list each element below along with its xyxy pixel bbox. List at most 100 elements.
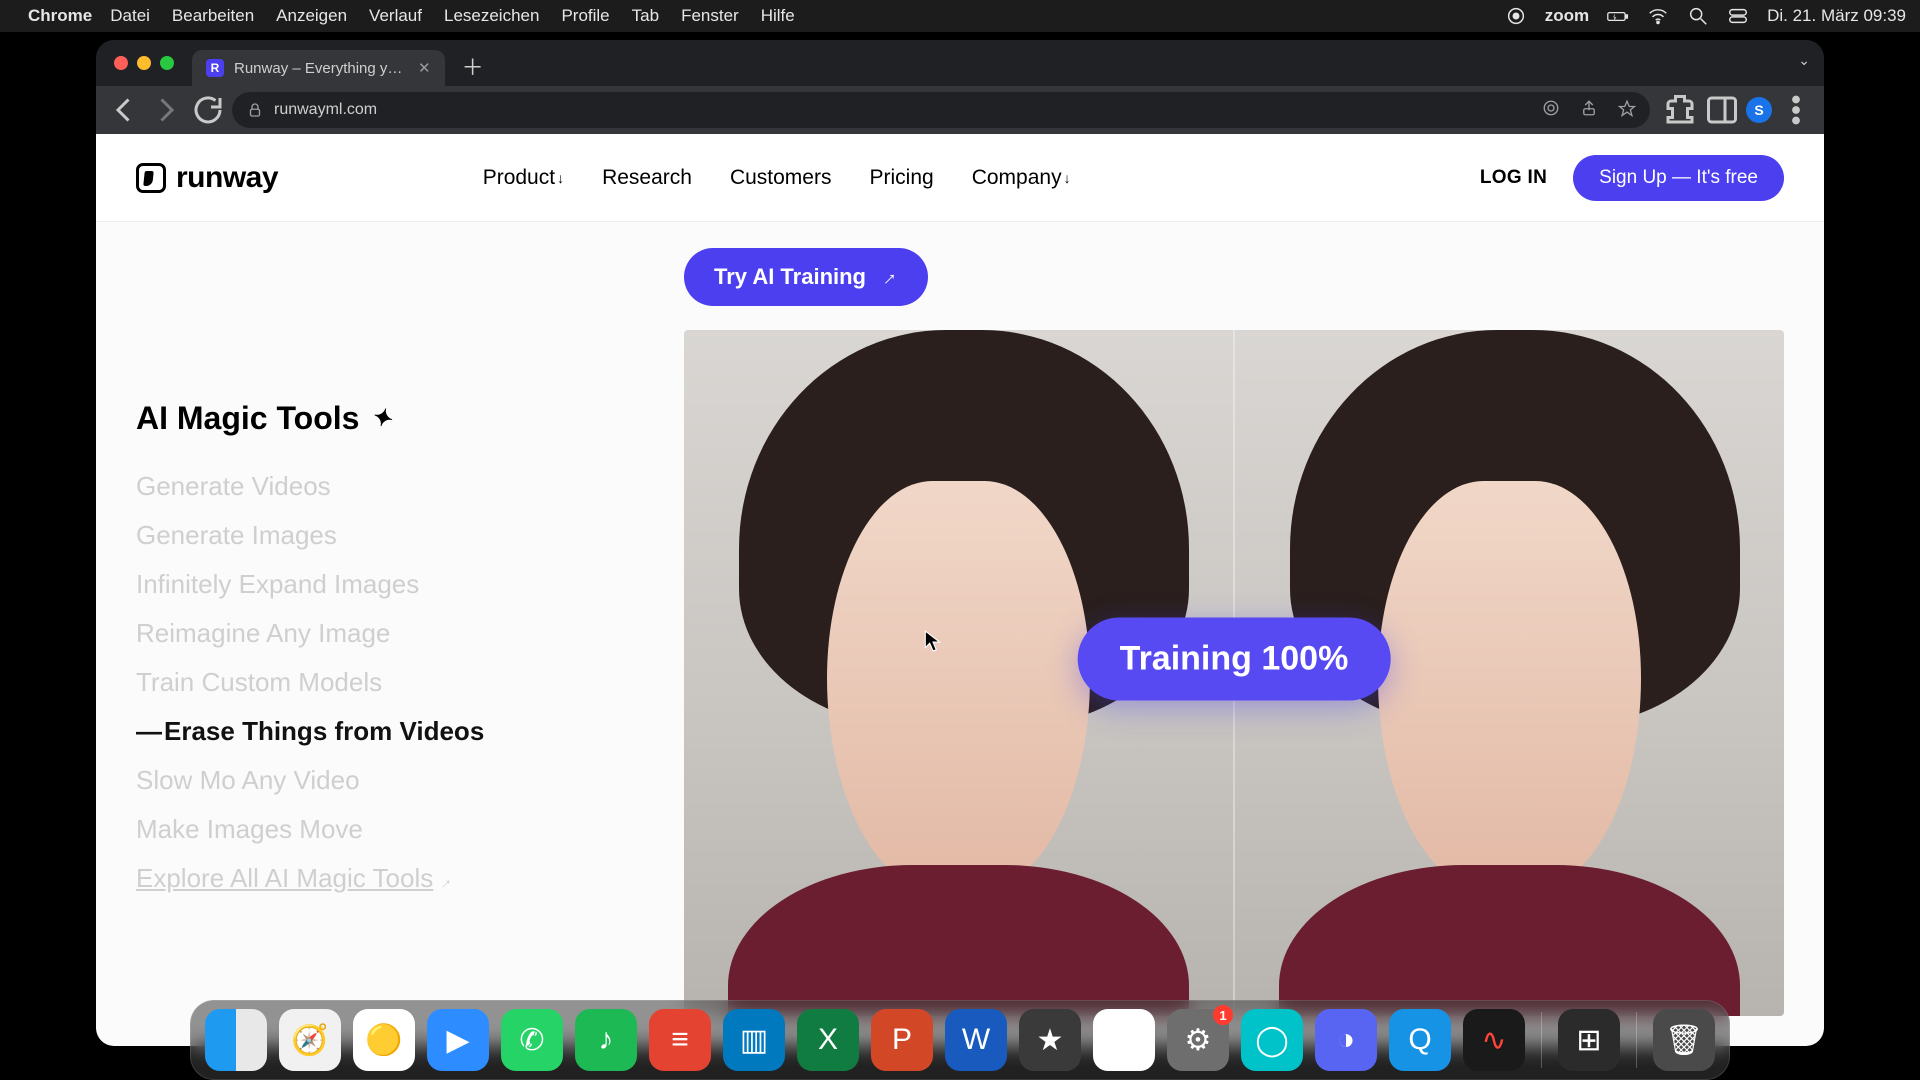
logo-mark-icon	[136, 163, 166, 193]
sidebar-item-reimagine[interactable]: Reimagine Any Image	[136, 618, 606, 649]
menubar-app-name[interactable]: Chrome	[28, 6, 92, 26]
sidebar-item-slow-mo[interactable]: Slow Mo Any Video	[136, 765, 606, 796]
settings-badge: 1	[1213, 1005, 1233, 1025]
menu-fenster[interactable]: Fenster	[681, 6, 739, 26]
wifi-icon[interactable]	[1647, 5, 1669, 27]
dock-todoist[interactable]: ≡	[649, 1009, 711, 1071]
sidebar-title-text: AI Magic Tools	[136, 400, 359, 437]
menu-hilfe[interactable]: Hilfe	[761, 6, 795, 26]
menu-profile[interactable]: Profile	[561, 6, 609, 26]
dock-finder[interactable]	[205, 1009, 267, 1071]
try-ai-training-button[interactable]: Try AI Training →	[684, 248, 928, 306]
profile-avatar[interactable]: S	[1746, 97, 1772, 123]
control-center-icon[interactable]	[1727, 5, 1749, 27]
nav-product[interactable]: Product↓	[483, 166, 564, 190]
dock-whatsapp[interactable]: ✆	[501, 1009, 563, 1071]
menu-lesezeichen[interactable]: Lesezeichen	[444, 6, 539, 26]
window-controls	[108, 40, 192, 86]
nav-product-label: Product	[483, 166, 555, 189]
site-actions: LOG IN Sign Up — It's free	[1480, 155, 1784, 201]
sidebar-item-generate-videos[interactable]: Generate Videos	[136, 471, 606, 502]
dock-calculator[interactable]: ⊞	[1558, 1009, 1620, 1071]
dock-chrome[interactable]: 🟡	[353, 1009, 415, 1071]
nav-research[interactable]: Research	[602, 166, 692, 190]
webpage: runway Product↓ Research Customers Prici…	[96, 134, 1824, 1046]
menu-anzeigen[interactable]: Anzeigen	[276, 6, 347, 26]
window-zoom-button[interactable]	[160, 56, 174, 70]
dock-zoom[interactable]: ▶	[427, 1009, 489, 1071]
sidebar-item-images-move[interactable]: Make Images Move	[136, 814, 606, 845]
dock-trash[interactable]: 🗑	[1653, 1009, 1715, 1071]
new-tab-button[interactable]: ＋	[459, 52, 487, 80]
menu-bearbeiten[interactable]: Bearbeiten	[172, 6, 254, 26]
sidebar-explore-link[interactable]: Explore All AI Magic Tools→	[136, 863, 606, 894]
nav-forward-button[interactable]	[148, 92, 184, 128]
sidepanel-icon[interactable]	[1704, 92, 1740, 128]
dock-discord[interactable]: ◑	[1315, 1009, 1377, 1071]
menu-verlauf[interactable]: Verlauf	[369, 6, 422, 26]
battery-icon[interactable]	[1607, 5, 1629, 27]
chrome-menu-icon[interactable]	[1778, 92, 1814, 128]
dock-trello[interactable]: ▥	[723, 1009, 785, 1071]
bookmark-star-icon[interactable]	[1618, 99, 1636, 122]
chrome-window: R Runway – Everything you need ✕ ＋ ⌄ run…	[96, 40, 1824, 1046]
portrait-face	[827, 481, 1091, 893]
lock-icon	[246, 101, 264, 119]
dock-spotify[interactable]: ♪	[575, 1009, 637, 1071]
chevron-down-icon: ↓	[557, 170, 564, 186]
portrait-shirt	[1279, 865, 1740, 1016]
nav-back-button[interactable]	[106, 92, 142, 128]
dock-drive[interactable]: ▲	[1093, 1009, 1155, 1071]
training-progress-pill: Training 100%	[1078, 618, 1391, 701]
dock-excel[interactable]: X	[797, 1009, 859, 1071]
sidebar-item-expand-images[interactable]: Infinitely Expand Images	[136, 569, 606, 600]
dock-quicktime[interactable]: Q	[1389, 1009, 1451, 1071]
dock-app-teal[interactable]: ◯	[1241, 1009, 1303, 1071]
sidebar-item-train-models[interactable]: Train Custom Models	[136, 667, 606, 698]
share-icon[interactable]	[1580, 99, 1598, 122]
tab-close-icon[interactable]: ✕	[418, 59, 431, 77]
nav-customers[interactable]: Customers	[730, 166, 832, 190]
dock-imovie[interactable]: ★	[1019, 1009, 1081, 1071]
dock-settings[interactable]: ⚙1	[1167, 1009, 1229, 1071]
dock-safari[interactable]: 🧭	[279, 1009, 341, 1071]
site-logo[interactable]: runway	[136, 161, 278, 195]
portrait-face	[1378, 481, 1642, 893]
spotlight-icon[interactable]	[1687, 5, 1709, 27]
dock-word[interactable]: W	[945, 1009, 1007, 1071]
browser-toolbar: runwayml.com S	[96, 86, 1824, 134]
tab-title: Runway – Everything you need	[234, 60, 404, 77]
browser-tab[interactable]: R Runway – Everything you need ✕	[192, 50, 445, 86]
dock-separator	[1636, 1012, 1637, 1068]
signup-button[interactable]: Sign Up — It's free	[1573, 155, 1784, 201]
nav-company-label: Company	[972, 166, 1062, 189]
menu-tab[interactable]: Tab	[632, 6, 659, 26]
page-content: Try AI Training → AI Magic Tools ✦ Gener…	[96, 222, 1824, 1046]
portrait-shirt	[728, 865, 1189, 1016]
logo-text: runway	[176, 161, 278, 195]
chevron-down-icon: ↓	[1064, 170, 1071, 186]
zoom-status-label[interactable]: zoom	[1545, 6, 1589, 26]
menu-datei[interactable]: Datei	[110, 6, 150, 26]
nav-reload-button[interactable]	[190, 92, 226, 128]
cta-label: Try AI Training	[714, 264, 866, 290]
sidebar-item-generate-images[interactable]: Generate Images	[136, 520, 606, 551]
site-nav: Product↓ Research Customers Pricing Comp…	[483, 166, 1071, 190]
sidebar-item-erase-from-videos[interactable]: Erase Things from Videos	[136, 716, 606, 747]
dock-powerpoint[interactable]: P	[871, 1009, 933, 1071]
sidebar-explore-label: Explore All AI Magic Tools	[136, 863, 433, 893]
login-link[interactable]: LOG IN	[1480, 167, 1547, 189]
extensions-icon[interactable]	[1662, 92, 1698, 128]
record-icon[interactable]	[1505, 5, 1527, 27]
address-bar[interactable]: runwayml.com	[232, 92, 1650, 128]
google-lens-icon[interactable]	[1542, 99, 1560, 122]
nav-company[interactable]: Company↓	[972, 166, 1071, 190]
dock-wrap: 🧭 🟡 ▶ ✆ ♪ ≡ ▥ X P W ★ ▲ ⚙1 ◯ ◑ Q ∿ ⊞ 🗑	[0, 990, 1920, 1080]
nav-pricing[interactable]: Pricing	[869, 166, 933, 190]
window-close-button[interactable]	[114, 56, 128, 70]
tab-strip: R Runway – Everything you need ✕ ＋ ⌄	[96, 40, 1824, 86]
menubar-clock[interactable]: Di. 21. März 09:39	[1767, 6, 1906, 26]
dock-voice-memos[interactable]: ∿	[1463, 1009, 1525, 1071]
tabs-overflow-icon[interactable]: ⌄	[1798, 52, 1810, 69]
window-minimize-button[interactable]	[137, 56, 151, 70]
